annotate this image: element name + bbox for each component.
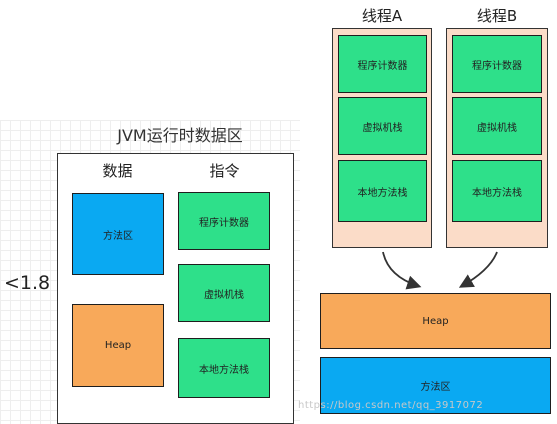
- thread-b-title: 线程B: [476, 7, 518, 25]
- shared-heap-box: Heap: [320, 293, 551, 349]
- instruction-column-header: 指令: [209, 162, 240, 180]
- vm-stack-box: 虚拟机栈: [178, 264, 270, 322]
- thread-b-pc-register-box: 程序计数器: [452, 35, 542, 93]
- pc-register-box: 程序计数器: [178, 192, 270, 250]
- arrow-thread-b-to-heap: [458, 251, 498, 288]
- thread-b-native-stack-box: 本地方法栈: [452, 160, 542, 222]
- watermark: https://blog.csdn.net/qq_3917072: [298, 400, 484, 411]
- arrow-thread-a-to-heap: [382, 251, 422, 290]
- thread-a-pc-register-box: 程序计数器: [338, 35, 427, 93]
- native-stack-box: 本地方法栈: [178, 338, 270, 398]
- method-area-box: 方法区: [72, 193, 164, 275]
- version-label: <1.8: [4, 272, 51, 294]
- heap-box: Heap: [72, 304, 164, 387]
- data-column-header: 数据: [102, 162, 133, 180]
- arrows-to-heap: [382, 251, 498, 290]
- thread-a-native-stack-box: 本地方法栈: [338, 160, 427, 222]
- runtime-area-title: JVM运行时数据区: [117, 126, 243, 145]
- thread-a-vm-stack-box: 虚拟机栈: [338, 97, 427, 155]
- thread-a-title: 线程A: [361, 7, 403, 25]
- thread-b-vm-stack-box: 虚拟机栈: [452, 97, 542, 155]
